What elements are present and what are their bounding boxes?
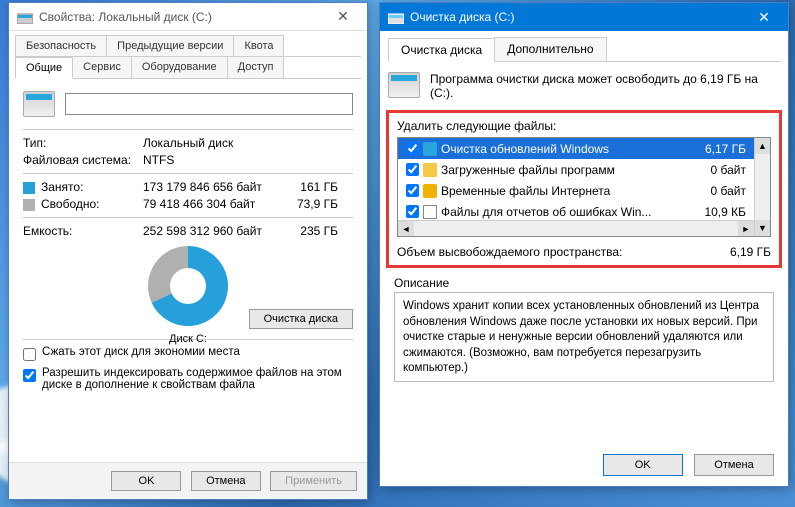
delete-files-label: Удалить следующие файлы:: [397, 119, 771, 133]
tab-general[interactable]: Общие: [15, 57, 73, 79]
properties-window: Свойства: Локальный диск (C:) ✕ Безопасн…: [8, 2, 368, 500]
freed-label: Объем высвобождаемого пространства:: [397, 245, 622, 259]
index-label: Разрешить индексировать содержимое файло…: [42, 367, 353, 391]
ok-button[interactable]: OK: [111, 471, 181, 491]
drive-name-input[interactable]: [65, 93, 353, 115]
file-row[interactable]: Очистка обновлений Windows6,17 ГБ: [398, 138, 754, 159]
file-list[interactable]: Очистка обновлений Windows6,17 ГБЗагруже…: [397, 137, 771, 237]
tab-access[interactable]: Доступ: [227, 56, 285, 78]
tab-hardware[interactable]: Оборудование: [131, 56, 228, 78]
file-checkbox[interactable]: [406, 163, 419, 176]
capacity-human: 235 ГБ: [288, 224, 338, 238]
free-bytes: 79 418 466 304 байт: [143, 197, 288, 211]
scroll-down-arrow[interactable]: ▼: [755, 220, 770, 236]
properties-title: Свойства: Локальный диск (C:): [39, 10, 323, 24]
fs-label: Файловая система:: [23, 153, 143, 167]
tab-advanced[interactable]: Дополнительно: [494, 37, 606, 61]
cleanup-window: Очистка диска (C:) ✕ Очистка диска Допол…: [379, 2, 789, 487]
scroll-right-arrow[interactable]: ►: [738, 221, 754, 236]
file-size: 6,17 ГБ: [690, 142, 750, 156]
scroll-up-arrow[interactable]: ▲: [755, 138, 770, 154]
scroll-left-arrow[interactable]: ◄: [398, 221, 414, 236]
cleanup-tabs: Очистка диска Дополнительно: [388, 37, 780, 62]
description-title: Описание: [394, 276, 774, 290]
close-button[interactable]: ✕: [744, 9, 784, 26]
free-color-swatch: [23, 199, 35, 211]
cancel-button[interactable]: Отмена: [191, 471, 261, 491]
close-button[interactable]: ✕: [323, 8, 363, 25]
properties-tabs-row2: Общие Сервис Оборудование Доступ: [15, 56, 361, 79]
cleanup-titlebar[interactable]: Очистка диска (C:) ✕: [380, 3, 788, 31]
horizontal-scrollbar[interactable]: ◄ ►: [398, 220, 754, 236]
freed-value: 6,19 ГБ: [730, 245, 771, 259]
tab-prev-versions[interactable]: Предыдущие версии: [106, 35, 234, 56]
cleanup-button-row: OK Отмена: [380, 444, 788, 486]
description-block: Описание Windows хранит копии всех устан…: [394, 276, 774, 382]
tab-quota[interactable]: Квота: [233, 35, 284, 56]
usage-donut-chart: [148, 246, 228, 326]
free-label: Свободно:: [41, 197, 100, 211]
compress-label: Сжать этот диск для экономии места: [42, 346, 240, 358]
file-checkbox[interactable]: [406, 142, 419, 155]
ok-button[interactable]: OK: [603, 454, 683, 476]
fs-value: NTFS: [143, 153, 174, 167]
file-row[interactable]: Загруженные файлы программ0 байт: [398, 159, 754, 180]
properties-button-row: OK Отмена Применить: [9, 462, 367, 499]
capacity-bytes: 252 598 312 960 байт: [143, 224, 288, 238]
highlight-box: Удалить следующие файлы: Очистка обновле…: [386, 110, 782, 268]
cleanup-title: Очистка диска (C:): [410, 10, 744, 24]
cancel-button[interactable]: Отмена: [694, 454, 774, 476]
free-human: 73,9 ГБ: [288, 197, 338, 211]
used-label: Занято:: [41, 180, 83, 194]
lock-icon: [423, 184, 437, 198]
file-name: Загруженные файлы программ: [441, 163, 690, 177]
description-text: Windows хранит копии всех установленных …: [394, 292, 774, 382]
apply-button[interactable]: Применить: [270, 471, 357, 491]
vertical-scrollbar[interactable]: ▲ ▼: [754, 138, 770, 236]
properties-content: Тип: Локальный диск Файловая система: NT…: [9, 79, 367, 405]
used-human: 161 ГБ: [288, 180, 338, 194]
drive-icon: [388, 72, 420, 98]
file-size: 0 байт: [690, 163, 750, 177]
donut-label: Диск C:: [23, 333, 353, 345]
file-name: Временные файлы Интернета: [441, 184, 690, 198]
properties-titlebar[interactable]: Свойства: Локальный диск (C:) ✕: [9, 3, 367, 31]
type-value: Локальный диск: [143, 136, 233, 150]
file-icon: [423, 205, 437, 219]
tab-security[interactable]: Безопасность: [15, 35, 107, 56]
cleanup-info-row: Программа очистки диска может освободить…: [380, 62, 788, 110]
tab-service[interactable]: Сервис: [72, 56, 132, 78]
cleanup-info-text: Программа очистки диска может освободить…: [430, 72, 780, 100]
index-checkbox[interactable]: [23, 369, 36, 382]
file-checkbox[interactable]: [406, 184, 419, 197]
capacity-label: Емкость:: [23, 224, 143, 238]
file-checkbox[interactable]: [406, 205, 419, 218]
used-color-swatch: [23, 182, 35, 194]
win-icon: [423, 142, 437, 156]
properties-tabs-row1: Безопасность Предыдущие версии Квота: [15, 35, 361, 57]
file-name: Файлы для отчетов об ошибках Win...: [441, 205, 690, 219]
tab-cleanup[interactable]: Очистка диска: [388, 38, 495, 62]
used-bytes: 173 179 846 656 байт: [143, 180, 288, 194]
drive-icon: [17, 10, 33, 24]
file-size: 0 байт: [690, 184, 750, 198]
drive-large-icon: [23, 91, 55, 117]
fold-icon: [423, 163, 437, 177]
file-row[interactable]: Временные файлы Интернета0 байт: [398, 180, 754, 201]
type-label: Тип:: [23, 136, 143, 150]
file-size: 10,9 КБ: [690, 205, 750, 219]
compress-checkbox[interactable]: [23, 348, 36, 361]
cleanup-icon: [388, 10, 404, 24]
file-row[interactable]: Файлы для отчетов об ошибках Win...10,9 …: [398, 201, 754, 220]
file-name: Очистка обновлений Windows: [441, 142, 690, 156]
